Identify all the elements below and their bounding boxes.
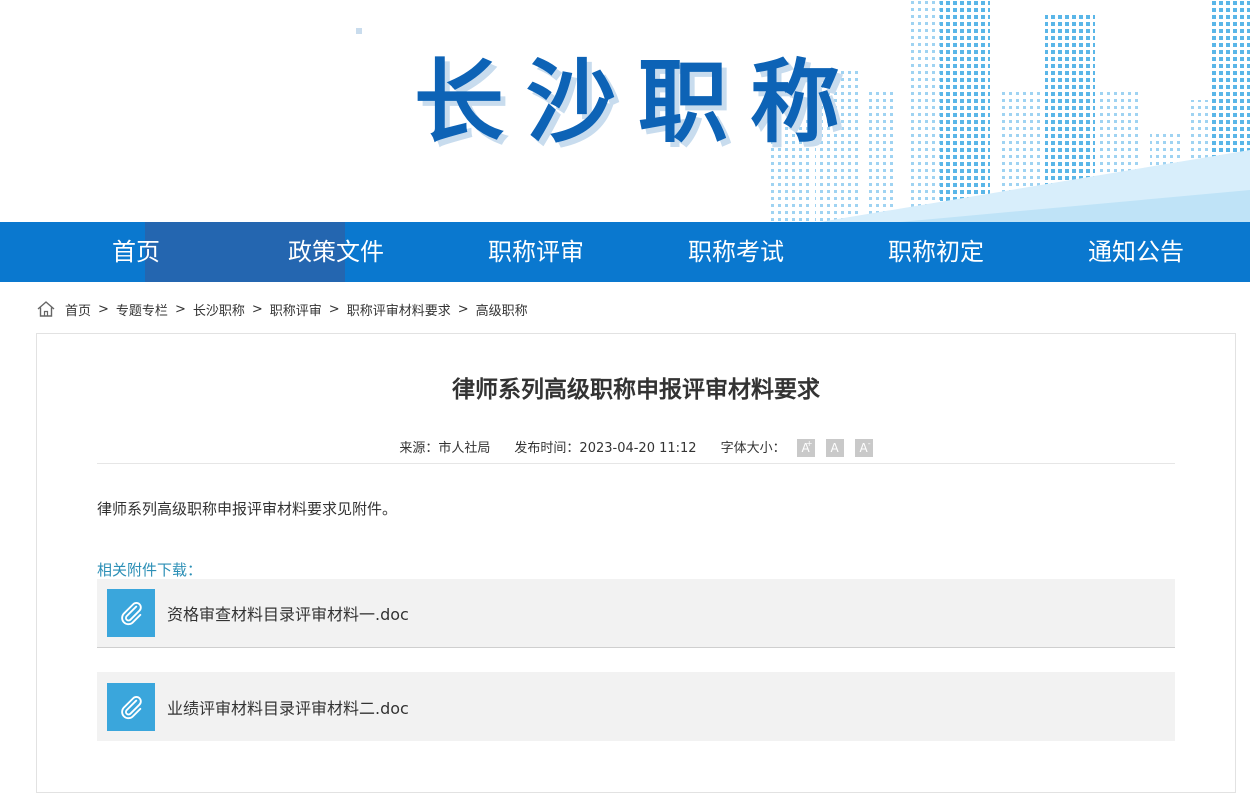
nav-item-title-review[interactable]: 职称评审 [436, 222, 636, 282]
breadcrumb-home[interactable]: 首页 [65, 300, 91, 319]
breadcrumb-changsha-titles[interactable]: 长沙职称 [193, 300, 245, 319]
article-body: 律师系列高级职称申报评审材料要求见附件。 [97, 500, 398, 518]
nav-item-notices[interactable]: 通知公告 [1036, 222, 1236, 282]
attachment-item[interactable]: 业绩评审材料目录评审材料二.doc [97, 672, 1175, 741]
attachment-name[interactable]: 资格审查材料目录评审材料一.doc [167, 601, 409, 625]
font-size-label: 字体大小： [720, 440, 786, 456]
breadcrumb-senior-titles[interactable]: 高级职称 [476, 300, 528, 319]
article-publish-date: 发布时间：2023-04-20 11:12 [514, 441, 697, 456]
nav-item-title-initial[interactable]: 职称初定 [836, 222, 1036, 282]
font-larger-button[interactable]: A + [796, 438, 815, 457]
attachments-heading: 相关附件下载： [97, 561, 203, 579]
font-smaller-button[interactable]: A- [854, 438, 873, 457]
home-icon [37, 301, 55, 317]
breadcrumb-separator: > [98, 301, 109, 317]
breadcrumb-special-topics[interactable]: 专题专栏 [116, 300, 168, 319]
main-nav: 首页 政策文件 职称评审 职称考试 职称初定 通知公告 [0, 222, 1250, 282]
breadcrumb-separator: > [457, 301, 469, 317]
article-meta: 来源：市人社局 发布时间：2023-04-20 11:12 字体大小： A + A A - [97, 434, 1175, 464]
breadcrumb: 首页 > 专题专栏 > 长沙职称 > 职称评审 > 职称评审材料要求 > 高级职… [36, 297, 528, 321]
site-title: 长沙职称 [414, 50, 862, 155]
nav-item-policy-documents[interactable]: 政策文件 [236, 222, 436, 282]
attachment-item[interactable]: 资格审查材料目录评审材料一.doc [97, 579, 1175, 648]
paperclip-icon [107, 682, 155, 731]
breadcrumb-separator: > [174, 301, 186, 317]
breadcrumb-title-review[interactable]: 职称评审 [270, 300, 322, 319]
breadcrumb-separator: > [328, 301, 340, 317]
breadcrumb-separator: > [251, 301, 263, 317]
article-title: 律师系列高级职称申报评审材料要求 [452, 377, 820, 403]
nav-item-title-exam[interactable]: 职称考试 [636, 222, 836, 282]
font-size-control: 字体大小： A + A A - [721, 437, 873, 457]
attachment-name[interactable]: 业绩评审材料目录评审材料二.doc [167, 695, 409, 719]
article-container: 律师系列高级职称申报评审材料要求 来源：市人社局 发布时间：2023-04-20… [36, 333, 1236, 793]
article-source: 来源：市人社局 [399, 441, 491, 456]
header-banner: 长沙职称 [0, 0, 1250, 222]
breadcrumb-review-materials[interactable]: 职称评审材料要求 [347, 300, 451, 319]
paperclip-icon [107, 589, 155, 637]
nav-item-home[interactable]: 首页 [36, 222, 236, 282]
font-default-button[interactable]: A [825, 438, 844, 457]
